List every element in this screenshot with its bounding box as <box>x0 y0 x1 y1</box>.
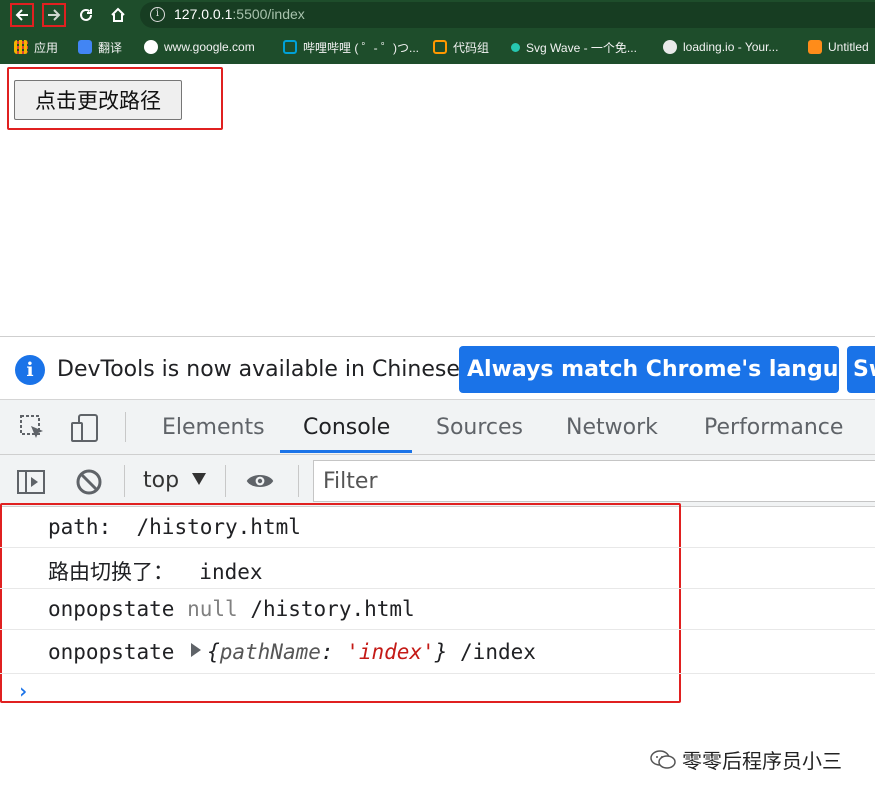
bookmark-label: 翻译 <box>98 40 123 55</box>
toolbar-divider <box>124 465 125 497</box>
console-toolbar: top <box>0 455 875 507</box>
device-toolbar-icon[interactable] <box>70 413 100 443</box>
site-info-icon[interactable]: i <box>150 7 165 22</box>
tab-performance[interactable]: Performance <box>704 415 843 440</box>
bookmark-label: Untitled <box>828 40 869 54</box>
wechat-icon <box>650 749 676 769</box>
devtools-infobar: i DevTools is now available in Chinese! … <box>0 337 875 400</box>
page-viewport: 点击更改路径 <box>0 64 875 336</box>
show-sidebar-icon[interactable] <box>16 467 46 497</box>
back-button[interactable] <box>10 3 34 27</box>
always-match-language-button[interactable]: Always match Chrome's language <box>459 346 839 393</box>
eye-icon[interactable] <box>245 466 275 496</box>
execution-context-select[interactable]: top <box>143 468 179 493</box>
bookmark-apps[interactable]: 应用 <box>14 38 58 56</box>
bookmark-google[interactable]: www.google.com <box>144 38 255 56</box>
devtools-tabbar: Elements Console Sources Network Perform… <box>0 400 875 455</box>
log-value: /history.html <box>136 515 301 539</box>
tab-network[interactable]: Network <box>566 415 658 440</box>
expand-triangle-icon[interactable] <box>191 643 202 657</box>
home-icon <box>111 7 125 22</box>
bookmark-untitled[interactable]: Untitled <box>808 38 869 56</box>
toolbar-divider <box>125 412 126 442</box>
change-path-button[interactable]: 点击更改路径 <box>14 80 182 120</box>
bookmark-label: 代码组 <box>453 40 490 55</box>
console-message: onpopstate null /history.html <box>0 589 875 630</box>
reload-button[interactable] <box>74 3 98 27</box>
browser-toolbar: i 127.0.0.1:5500/index 应用 翻译 www.google.… <box>0 0 875 64</box>
bookmark-loading-io[interactable]: loading.io - Your... <box>663 38 778 56</box>
log-null: null <box>187 597 238 621</box>
bookmark-label: loading.io - Your... <box>683 40 779 54</box>
address-bar[interactable]: i 127.0.0.1:5500/index <box>140 2 875 28</box>
bookmark-translate[interactable]: 翻译 <box>78 38 122 56</box>
bookmark-bilibili[interactable]: 哔哩哔哩 ( ゜- ゜)つ... <box>283 38 419 56</box>
switch-language-button[interactable]: Sw <box>847 346 875 393</box>
console-message: 路由切换了： index <box>0 548 875 589</box>
bilibili-tv-icon <box>283 40 297 54</box>
code-bracket-icon <box>433 40 447 54</box>
tab-console[interactable]: Console <box>303 415 390 440</box>
infobar-message: DevTools is now available in Chinese! <box>57 357 469 382</box>
info-icon: i <box>15 355 45 385</box>
log-value: /history.html <box>250 597 415 621</box>
loading-io-icon <box>663 40 677 54</box>
arrow-right-icon <box>48 9 61 21</box>
log-value: index <box>199 560 263 584</box>
log-label: path: <box>48 515 112 539</box>
bookmark-label: 应用 <box>34 40 59 55</box>
home-button[interactable] <box>106 3 130 27</box>
tab-sources[interactable]: Sources <box>436 415 523 440</box>
active-tab-indicator <box>280 450 412 453</box>
navigation-row: i 127.0.0.1:5500/index <box>0 0 875 30</box>
object-key: pathName <box>219 640 321 664</box>
bookmark-svg-wave[interactable]: Svg Wave - 一个免... <box>511 38 637 56</box>
toolbar-divider <box>298 465 299 497</box>
untitled-icon <box>808 40 822 54</box>
forward-button[interactable] <box>42 3 66 27</box>
bookmarks-bar: 应用 翻译 www.google.com 哔哩哔哩 ( ゜- ゜)つ... 代码… <box>0 33 875 61</box>
toolbar-divider <box>225 465 226 497</box>
bookmark-label: www.google.com <box>164 40 255 54</box>
bookmark-code-group[interactable]: 代码组 <box>433 38 489 56</box>
log-label: onpopstate <box>48 640 175 664</box>
log-value: /index <box>460 640 536 664</box>
chevron-down-icon[interactable] <box>192 473 206 485</box>
translate-icon <box>78 40 92 54</box>
log-label: 路由切换了： <box>48 560 174 584</box>
url-host: 127.0.0.1 <box>174 6 233 22</box>
apps-grid-icon <box>14 40 28 54</box>
bookmark-label: Svg Wave - 一个免... <box>526 40 637 55</box>
inspect-element-icon[interactable] <box>18 413 48 443</box>
console-prompt[interactable]: › <box>17 679 29 703</box>
address-url[interactable]: 127.0.0.1:5500/index <box>174 6 305 22</box>
tab-elements[interactable]: Elements <box>162 415 265 440</box>
console-message: path: /history.html <box>0 507 875 548</box>
wave-dot-icon <box>511 42 520 52</box>
globe-icon <box>144 40 158 54</box>
bookmark-label: 哔哩哔哩 ( ゜- ゜)つ... <box>303 40 419 55</box>
watermark-text: 零零后程序员小三 <box>682 749 842 773</box>
console-filter-input[interactable] <box>313 460 875 502</box>
clear-console-icon[interactable] <box>74 467 104 497</box>
log-label: onpopstate <box>48 597 175 621</box>
reload-icon <box>80 8 92 21</box>
log-object[interactable]: {pathName: 'index'} <box>207 640 447 664</box>
watermark: 零零后程序员小三 <box>650 745 842 774</box>
object-string-value: 'index' <box>346 640 435 664</box>
devtools-panel: i DevTools is now available in Chinese! … <box>0 336 875 798</box>
url-path: :5500/index <box>232 6 305 22</box>
console-message: onpopstate {pathName: 'index'} /index <box>0 630 875 674</box>
arrow-left-icon <box>15 9 28 21</box>
